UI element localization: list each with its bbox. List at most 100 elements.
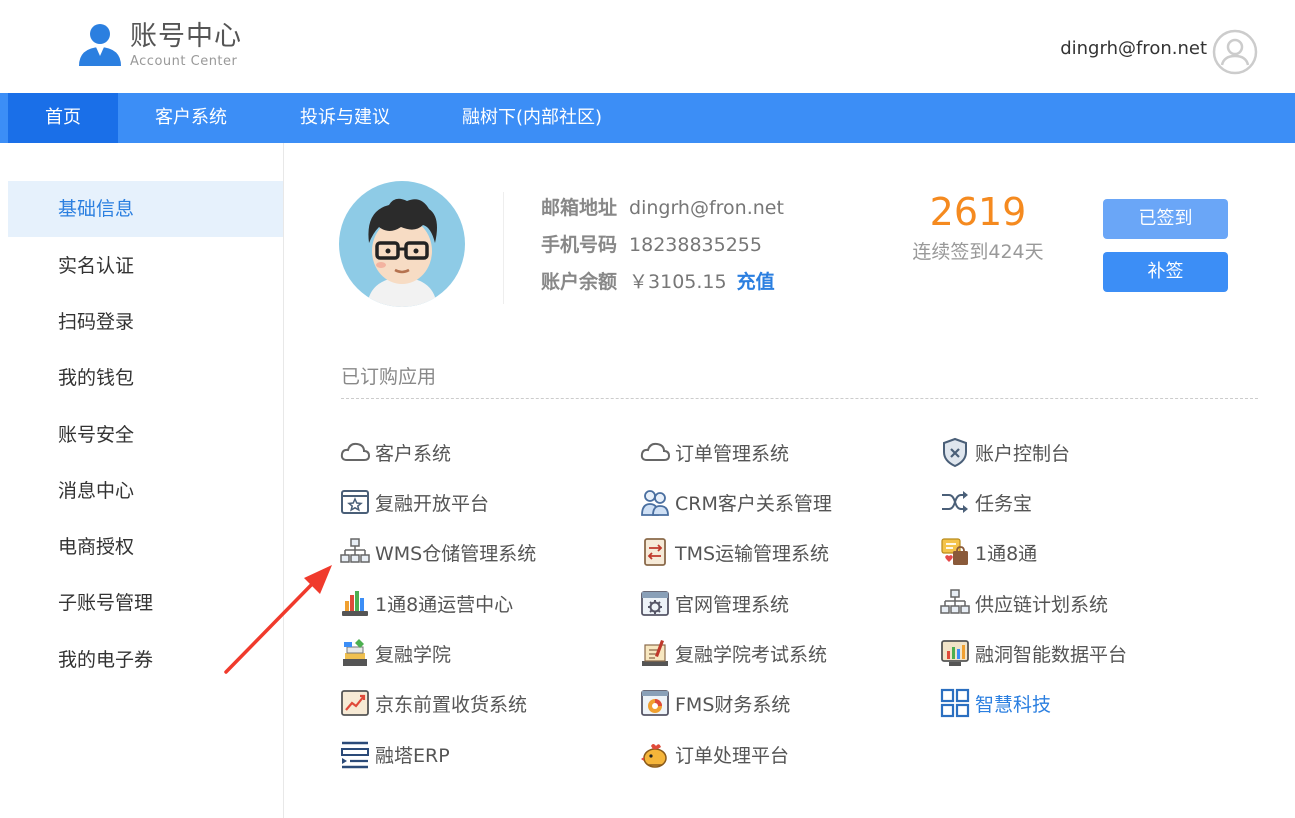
org-chart-icon bbox=[940, 589, 970, 614]
bar-chart-icon bbox=[342, 591, 368, 616]
cloud-icon bbox=[340, 442, 371, 461]
app-label: 1通8通 bbox=[975, 542, 1038, 565]
logo-subtitle: Account Center bbox=[130, 54, 238, 69]
app-label: 融塔ERP bbox=[375, 744, 450, 767]
user-email[interactable]: dingrh@fron.net bbox=[1060, 38, 1207, 59]
app-label: 复融学院考试系统 bbox=[675, 643, 828, 666]
subscribed-apps-title: 已订购应用 bbox=[341, 366, 437, 388]
app-data-platform[interactable]: 融洞智能数据平台 bbox=[939, 636, 1127, 670]
sidebar-item-messages[interactable]: 消息中心 bbox=[8, 463, 283, 519]
nav-home[interactable]: 首页 bbox=[8, 93, 118, 143]
app-label: TMS运输管理系统 bbox=[675, 542, 830, 565]
document-arrows-icon bbox=[644, 538, 666, 566]
app-label: 订单管理系统 bbox=[675, 442, 790, 465]
cloud-icon bbox=[640, 442, 671, 461]
app-website-management[interactable]: 官网管理系统 bbox=[639, 586, 789, 620]
app-tms[interactable]: TMS运输管理系统 bbox=[639, 535, 829, 569]
checkin-points: 2619 bbox=[929, 190, 1027, 234]
app-open-platform[interactable]: 复融开放平台 bbox=[339, 485, 489, 519]
sidebar-item-ecommerce-auth[interactable]: 电商授权 bbox=[8, 519, 283, 575]
app-erp[interactable]: 融塔ERP bbox=[339, 737, 450, 771]
app-label: CRM客户关系管理 bbox=[675, 492, 832, 515]
app-crm[interactable]: CRM客户关系管理 bbox=[639, 485, 832, 519]
balance-label: 账户余额 bbox=[541, 271, 618, 293]
dashboard-icon bbox=[941, 640, 969, 666]
grid-icon bbox=[940, 688, 970, 718]
app-label: WMS仓储管理系统 bbox=[375, 542, 537, 565]
users-icon bbox=[641, 490, 669, 516]
sidebar-item-coupons[interactable]: 我的电子券 bbox=[8, 632, 283, 688]
profile-divider bbox=[503, 192, 504, 304]
app-smart-tech[interactable]: 智慧科技 bbox=[939, 686, 1051, 720]
section-divider bbox=[341, 398, 1258, 399]
pie-window-icon bbox=[641, 690, 669, 716]
browser-star-icon bbox=[341, 490, 369, 514]
app-label: 京东前置收货系统 bbox=[375, 693, 528, 716]
signed-button[interactable]: 已签到 bbox=[1103, 199, 1228, 239]
email-value: dingrh@fron.net bbox=[629, 197, 784, 219]
app-1tong8tong-ops[interactable]: 1通8通运营中心 bbox=[339, 586, 513, 620]
app-label: 任务宝 bbox=[975, 492, 1033, 515]
org-chart-icon bbox=[340, 538, 370, 563]
list-icon bbox=[341, 741, 369, 769]
sidebar-item-sub-accounts[interactable]: 子账号管理 bbox=[8, 575, 283, 631]
phone-value: 18238835255 bbox=[629, 234, 762, 256]
app-academy[interactable]: 复融学院 bbox=[339, 636, 451, 670]
app-label: 供应链计划系统 bbox=[975, 593, 1109, 616]
app-label: 融洞智能数据平台 bbox=[975, 643, 1128, 666]
header: 账号中心 Account Center dingrh@fron.net bbox=[0, 0, 1295, 93]
balance-row: 账户余额 ￥3105.15 充值 bbox=[541, 267, 775, 294]
user-avatar-icon[interactable] bbox=[1212, 29, 1258, 75]
sidebar-item-verification[interactable]: 实名认证 bbox=[8, 238, 283, 294]
sidebar-item-qr-login[interactable]: 扫码登录 bbox=[8, 294, 283, 350]
app-label: 复融学院 bbox=[375, 643, 452, 666]
line-chart-icon bbox=[341, 690, 369, 716]
nav-complaints[interactable]: 投诉与建议 bbox=[300, 93, 390, 143]
app-order-management[interactable]: 订单管理系统 bbox=[639, 435, 789, 469]
app-label: 官网管理系统 bbox=[675, 593, 790, 616]
sidebar-item-security[interactable]: 账号安全 bbox=[8, 407, 283, 463]
logo-title: 账号中心 bbox=[130, 21, 242, 52]
makeup-checkin-button[interactable]: 补签 bbox=[1103, 252, 1228, 292]
profile-avatar[interactable] bbox=[339, 181, 465, 307]
sidebar-item-basic-info[interactable]: 基础信息 bbox=[8, 181, 283, 237]
email-label: 邮箱地址 bbox=[541, 197, 618, 219]
app-supply-chain[interactable]: 供应链计划系统 bbox=[939, 586, 1108, 620]
app-fms[interactable]: FMS财务系统 bbox=[639, 686, 790, 720]
app-customer-system[interactable]: 客户系统 bbox=[339, 435, 451, 469]
email-row: 邮箱地址 dingrh@fron.net bbox=[541, 193, 784, 220]
nav-customer-system[interactable]: 客户系统 bbox=[155, 93, 227, 143]
app-label: 1通8通运营中心 bbox=[375, 593, 514, 616]
chat-bag-icon bbox=[941, 538, 968, 565]
app-label: 客户系统 bbox=[375, 442, 452, 465]
nav-community[interactable]: 融树下(内部社区) bbox=[462, 93, 602, 143]
browser-gear-icon bbox=[641, 591, 669, 616]
app-label: 订单处理平台 bbox=[675, 744, 790, 767]
app-jd-receiving[interactable]: 京东前置收货系统 bbox=[339, 686, 527, 720]
app-label: 智慧科技 bbox=[975, 693, 1052, 716]
shield-icon bbox=[943, 437, 967, 468]
phone-row: 手机号码 18238835255 bbox=[541, 230, 762, 257]
app-task-treasure[interactable]: 任务宝 bbox=[939, 485, 1032, 519]
app-order-processing[interactable]: 订单处理平台 bbox=[639, 737, 789, 771]
recharge-link[interactable]: 充值 bbox=[737, 271, 775, 293]
main-nav: 首页 客户系统 投诉与建议 融树下(内部社区) bbox=[0, 93, 1295, 143]
logo[interactable]: 账号中心 Account Center bbox=[76, 20, 276, 72]
chick-icon bbox=[641, 744, 667, 768]
user-logo-icon bbox=[79, 24, 121, 66]
balance-value: ￥3105.15 bbox=[629, 271, 727, 293]
exam-icon bbox=[642, 640, 668, 666]
cartoon-avatar-icon bbox=[339, 181, 465, 307]
app-label: 复融开放平台 bbox=[375, 492, 490, 515]
app-label: FMS财务系统 bbox=[675, 693, 791, 716]
sidebar-item-wallet[interactable]: 我的钱包 bbox=[8, 350, 283, 406]
phone-label: 手机号码 bbox=[541, 234, 618, 256]
app-academy-exam[interactable]: 复融学院考试系统 bbox=[639, 636, 827, 670]
app-1tong8tong[interactable]: 1通8通 bbox=[939, 535, 1037, 569]
checkin-streak: 连续签到424天 bbox=[912, 241, 1044, 263]
sidebar: 基础信息 实名认证 扫码登录 我的钱包 账号安全 消息中心 电商授权 子账号管理… bbox=[0, 143, 284, 818]
app-wms[interactable]: WMS仓储管理系统 bbox=[339, 535, 536, 569]
books-icon bbox=[343, 639, 367, 666]
app-account-console[interactable]: 账户控制台 bbox=[939, 435, 1070, 469]
app-label: 账户控制台 bbox=[975, 442, 1071, 465]
